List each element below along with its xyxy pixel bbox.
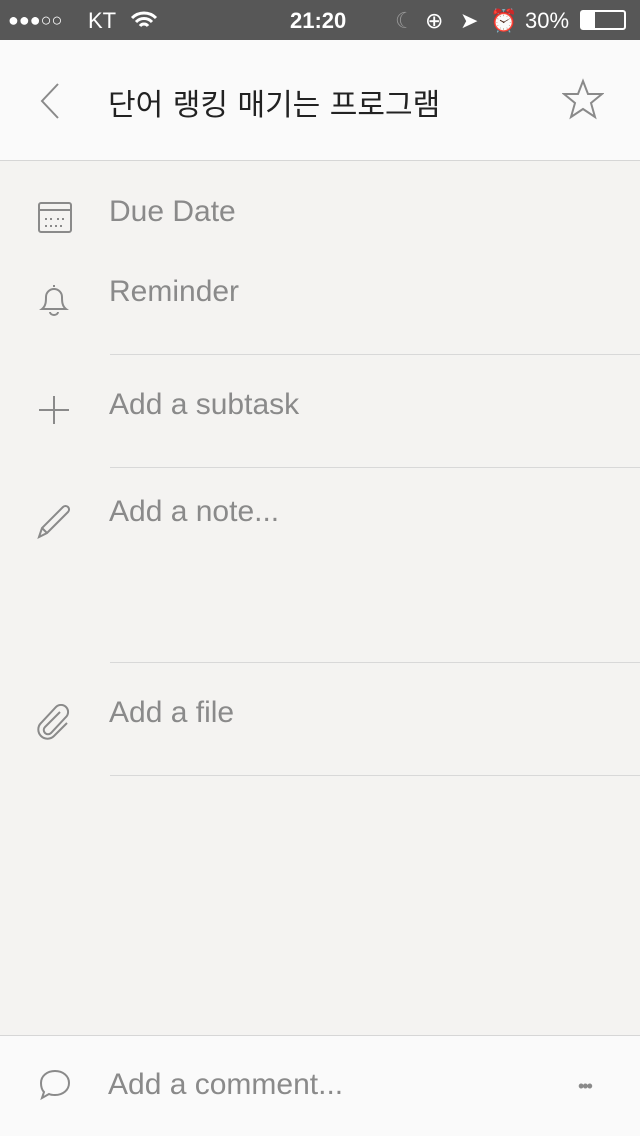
comment-icon — [39, 1069, 71, 1101]
divider — [110, 662, 640, 663]
bell-icon — [39, 285, 69, 316]
reminder-label: Reminder — [109, 275, 240, 308]
moon-icon: ☾ — [395, 8, 415, 33]
add-file-label: Add a file — [109, 696, 235, 729]
wifi-icon — [130, 11, 158, 28]
location-icon: ➤ — [460, 8, 479, 33]
comment-bar: Add a comment... ••• — [0, 1035, 640, 1136]
alarm-icon: ⏰ — [490, 8, 518, 33]
star-icon[interactable] — [562, 78, 604, 120]
page-title: 단어 랭킹 매기는 프로그램 — [108, 88, 441, 123]
signal-strength: ●●●○○ — [8, 10, 63, 30]
calendar-icon — [38, 202, 72, 233]
divider — [110, 775, 640, 776]
status-bar: ●●●○○ KT 21:20 ☾ ⊕ ➤ ⏰ 30% — [0, 0, 640, 40]
pencil-icon — [37, 504, 71, 539]
header: 단어 랭킹 매기는 프로그램 — [0, 40, 640, 161]
battery-icon — [580, 10, 626, 30]
divider — [110, 467, 640, 468]
paperclip-icon — [37, 704, 70, 740]
battery-percent: 30% — [525, 8, 570, 33]
due-date-label: Due Date — [109, 195, 236, 228]
clock: 21:20 — [290, 8, 347, 33]
add-note-input[interactable]: Add a note... — [109, 495, 279, 529]
more-options-button[interactable]: ••• — [578, 1076, 593, 1097]
add-subtask-input[interactable]: Add a subtask — [109, 388, 299, 422]
carrier: KT — [88, 8, 117, 33]
plus-icon — [39, 396, 69, 424]
back-button[interactable] — [38, 82, 62, 120]
rotation-lock-icon: ⊕ — [425, 8, 444, 33]
divider — [110, 354, 640, 355]
comment-input[interactable]: Add a comment... — [108, 1068, 343, 1102]
